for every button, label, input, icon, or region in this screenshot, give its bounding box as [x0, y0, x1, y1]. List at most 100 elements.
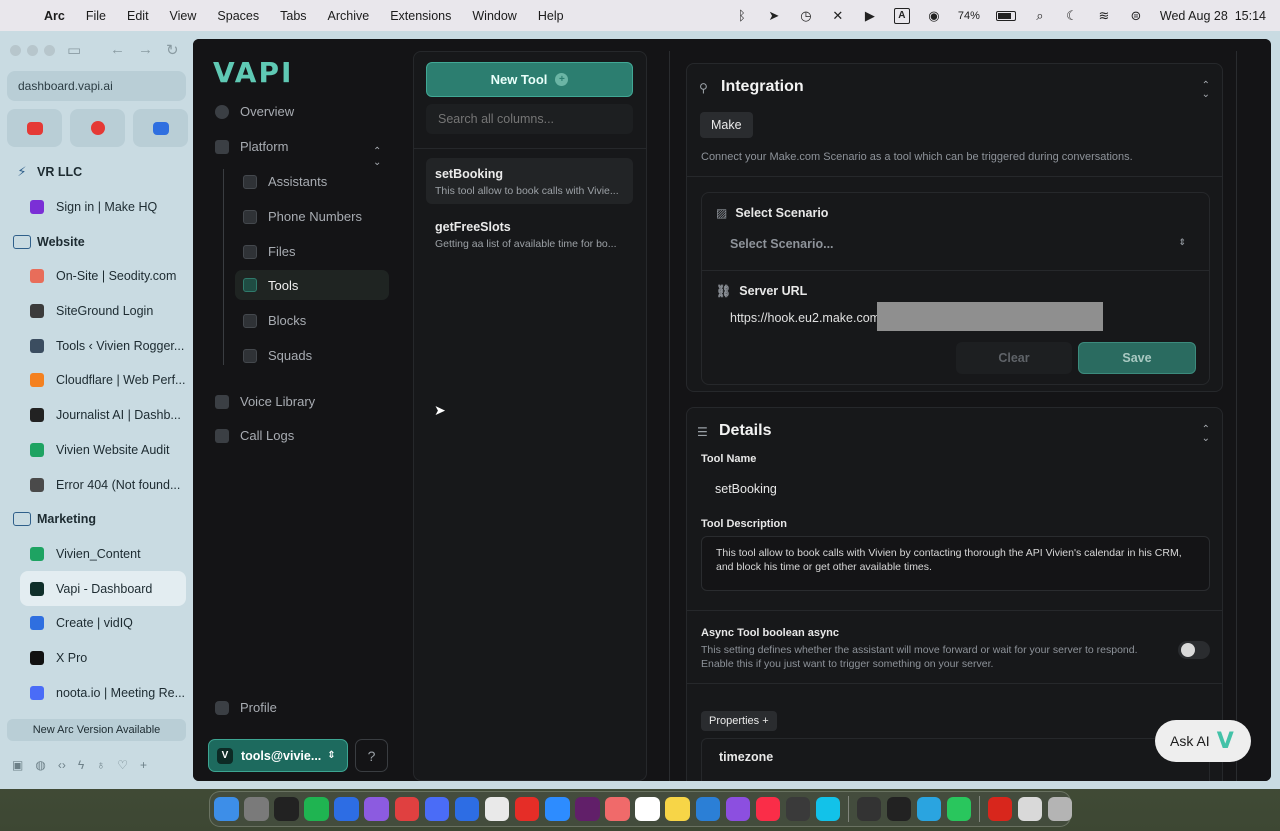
dock-vscode-icon[interactable]: [695, 796, 720, 822]
integration-provider-badge[interactable]: Make: [700, 112, 753, 138]
ask-ai-button[interactable]: Ask AI V: [1155, 720, 1251, 762]
menu-edit[interactable]: Edit: [127, 9, 149, 23]
sidebar-tab[interactable]: Sign in | Make HQ: [0, 190, 193, 225]
clock[interactable]: Wed Aug 28 15:14: [1160, 9, 1266, 23]
menu-help[interactable]: Help: [538, 9, 564, 23]
sidebar-tab[interactable]: Cloudflare | Web Perf...: [0, 363, 193, 398]
menu-window[interactable]: Window: [472, 9, 516, 23]
minimize-window-button[interactable]: [27, 45, 38, 56]
properties-button[interactable]: Properties +: [701, 711, 777, 731]
dock-safari-alt-icon[interactable]: [454, 796, 480, 822]
dock-notion-icon[interactable]: [635, 796, 660, 822]
async-toggle[interactable]: [1178, 641, 1210, 659]
sidebar-tab[interactable]: On-Site | Seodity.com: [0, 259, 193, 294]
dock-trash-icon[interactable]: [1047, 796, 1073, 822]
nav-phone-numbers[interactable]: Phone Numbers: [243, 209, 362, 224]
collapse-icon[interactable]: ⌃ ⌄: [1202, 81, 1210, 100]
dock-opera-icon[interactable]: [514, 796, 540, 822]
pinned-tab-calendar[interactable]: [133, 109, 188, 147]
integration-header[interactable]: ⚲ Integration: [699, 78, 804, 96]
vapi-logo[interactable]: VAPI: [213, 56, 293, 89]
dock-podcasts-icon[interactable]: [725, 796, 751, 822]
menu-extensions[interactable]: Extensions: [390, 9, 451, 23]
menu-app-name[interactable]: Arc: [44, 9, 65, 23]
collapse-icon[interactable]: ⌃ ⌄: [1202, 425, 1210, 444]
menu-file[interactable]: File: [86, 9, 106, 23]
arc-update-banner[interactable]: New Arc Version Available: [7, 719, 186, 741]
dock-acrobat-icon[interactable]: [987, 796, 1013, 822]
sidebar-tab[interactable]: noota.io | Meeting Re...: [0, 675, 193, 710]
nav-tools[interactable]: Tools: [235, 270, 389, 300]
maximize-window-button[interactable]: [44, 45, 55, 56]
space-folder[interactable]: ⚡ VR LLC: [0, 155, 193, 190]
new-tool-button[interactable]: New Tool +: [426, 62, 633, 97]
sidebar-tab[interactable]: Vapi - Dashboard: [20, 571, 186, 606]
platform-expand-icon[interactable]: ⌃ ⌄: [373, 146, 381, 168]
nav-blocks[interactable]: Blocks: [243, 313, 306, 328]
space-folder[interactable]: Marketing: [0, 502, 193, 537]
help-button[interactable]: ?: [355, 739, 388, 772]
sidebar-tab[interactable]: X Pro: [0, 641, 193, 676]
sidebar-tab[interactable]: Journalist AI | Dashb...: [0, 398, 193, 433]
dock-arc-icon[interactable]: [394, 796, 420, 822]
timer-icon[interactable]: ◷: [798, 8, 814, 24]
dock-zoom-icon[interactable]: [545, 796, 570, 822]
menu-spaces[interactable]: Spaces: [217, 9, 259, 23]
dock-activity-monitor-icon[interactable]: [856, 796, 882, 822]
scenario-select[interactable]: Select Scenario... ⇕: [716, 229, 1186, 257]
menu-view[interactable]: View: [170, 9, 197, 23]
dock-asana-icon[interactable]: [605, 796, 630, 822]
heart-icon[interactable]: ♡: [117, 758, 128, 772]
search-icon[interactable]: ⌕: [1032, 8, 1048, 24]
close-window-button[interactable]: [10, 45, 21, 56]
dock-chatgpt-icon[interactable]: [274, 796, 299, 822]
space-folder[interactable]: Website: [0, 224, 193, 259]
tool-name-input[interactable]: setBooking: [701, 473, 1210, 503]
dock-ai-companion-icon[interactable]: [785, 796, 811, 822]
nav-call-logs[interactable]: Call Logs: [215, 428, 294, 443]
nav-files[interactable]: Files: [243, 244, 295, 259]
reload-icon[interactable]: ↻: [166, 41, 179, 59]
new-tab-icon[interactable]: +: [140, 758, 147, 772]
nav-overview[interactable]: Overview: [215, 104, 294, 119]
account-switcher[interactable]: V tools@vivie... ⇕: [208, 739, 348, 772]
dock-terminal-icon[interactable]: [886, 796, 912, 822]
pinned-tab-youtube[interactable]: [7, 109, 62, 147]
moon-icon[interactable]: ☾: [1064, 8, 1080, 24]
dock-canva-icon[interactable]: [815, 796, 841, 822]
wifi-icon[interactable]: ≋: [1096, 8, 1112, 24]
sidebar-tab[interactable]: Vivien_Content: [0, 537, 193, 572]
sidebar-tab[interactable]: SiteGround Login: [0, 294, 193, 329]
sidebar-tab[interactable]: Error 404 (Not found...: [0, 467, 193, 502]
dock-ai-app-icon[interactable]: [424, 796, 450, 822]
dock-music-icon[interactable]: [755, 796, 781, 822]
nav-voice-library[interactable]: Voice Library: [215, 394, 315, 409]
dock-safari-icon[interactable]: [334, 796, 359, 822]
sidebar-tab[interactable]: Tools ‹ Vivien Rogger...: [0, 328, 193, 363]
send-icon[interactable]: ➤: [766, 8, 782, 24]
nav-squads[interactable]: Squads: [243, 348, 312, 363]
url-bar[interactable]: dashboard.vapi.ai: [7, 71, 186, 101]
dock-whatsapp-icon[interactable]: [946, 796, 972, 822]
bulb-icon[interactable]: ♁: [96, 758, 105, 772]
property-row[interactable]: timezone ⌄: [701, 738, 1210, 781]
save-button[interactable]: Save: [1078, 342, 1196, 374]
sidebar-tab[interactable]: Vivien Website Audit: [0, 433, 193, 468]
nav-profile[interactable]: Profile: [215, 700, 277, 715]
back-icon[interactable]: ←: [110, 41, 125, 58]
nav-assistants[interactable]: Assistants: [243, 174, 327, 189]
sidebar-tab[interactable]: Create | vidIQ: [0, 606, 193, 641]
nav-platform[interactable]: Platform: [215, 139, 288, 154]
dock-scrivener-icon[interactable]: [364, 796, 389, 822]
dock-notes-icon[interactable]: [665, 796, 690, 822]
pinned-tab-youtube-music[interactable]: [70, 109, 125, 147]
search-input[interactable]: [426, 104, 633, 134]
code-icon[interactable]: ‹›: [58, 758, 66, 772]
forward-icon[interactable]: →: [138, 41, 153, 58]
bolt-icon[interactable]: ϟ: [78, 758, 84, 772]
clear-button[interactable]: Clear: [956, 342, 1072, 374]
menu-archive[interactable]: Archive: [328, 9, 370, 23]
tool-description-input[interactable]: This tool allow to book calls with Vivie…: [701, 536, 1210, 591]
tool-list-item[interactable]: setBooking This tool allow to book calls…: [426, 158, 633, 204]
dock-telegram-icon[interactable]: [916, 796, 942, 822]
